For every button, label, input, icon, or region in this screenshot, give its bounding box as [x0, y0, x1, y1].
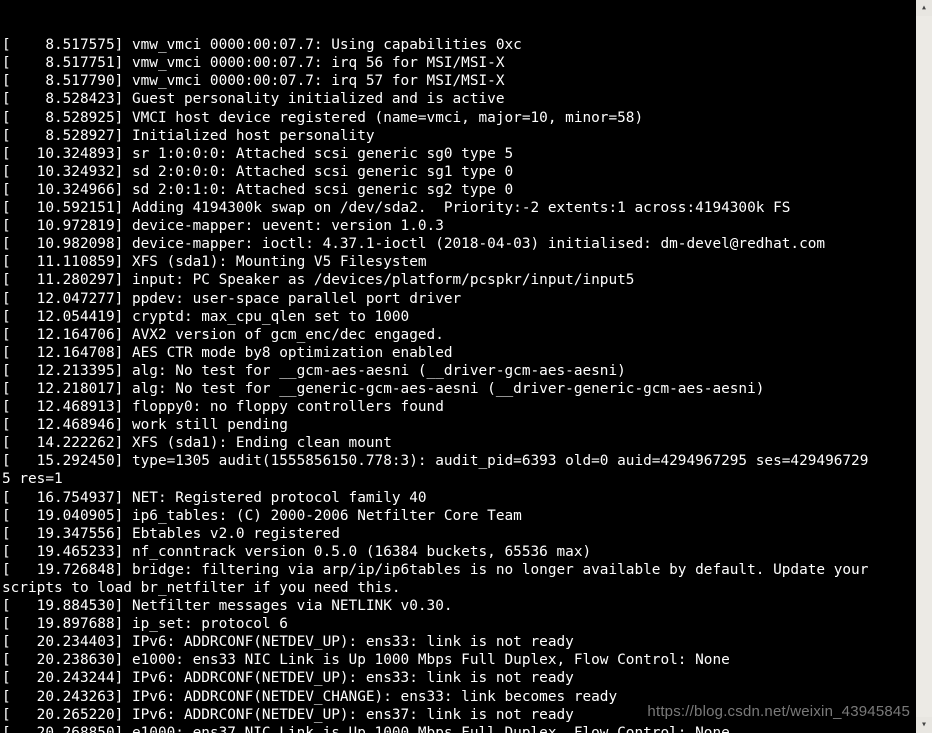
scrollbar-track[interactable]: [916, 16, 932, 717]
scroll-up-arrow-icon[interactable]: ▴: [916, 0, 932, 16]
dmesg-lines: [ 8.517575] vmw_vmci 0000:00:07.7: Using…: [2, 36, 930, 733]
terminal-output[interactable]: [ 8.517575] vmw_vmci 0000:00:07.7: Using…: [0, 0, 932, 733]
vertical-scrollbar[interactable]: ▴ ▾: [916, 0, 932, 733]
scroll-down-arrow-icon[interactable]: ▾: [916, 717, 932, 733]
